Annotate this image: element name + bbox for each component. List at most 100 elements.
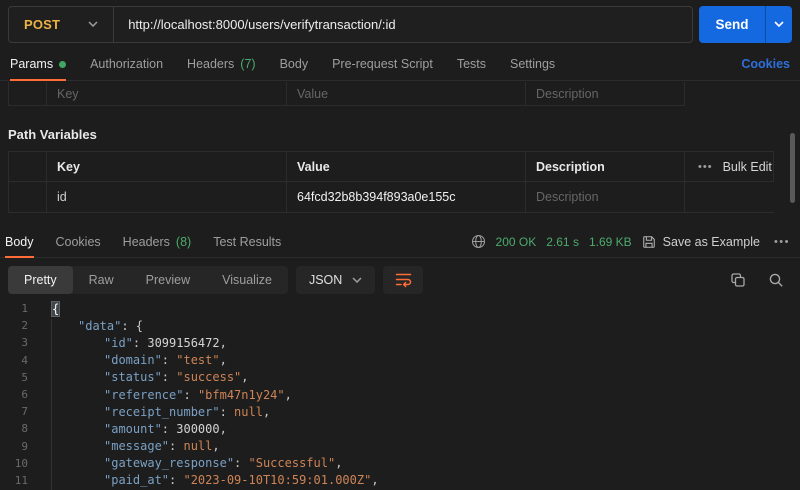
view-visualize[interactable]: Visualize (206, 266, 288, 294)
indent-guide (51, 319, 52, 490)
response-toolbar: Pretty Raw Preview Visualize JSON (0, 259, 800, 300)
tab-authorization[interactable]: Authorization (90, 48, 163, 80)
tab-label: Cookies (56, 235, 101, 249)
line-number: 4 (0, 354, 28, 367)
line-number: 3 (0, 336, 28, 349)
code-line: 7"receipt_number": null, (0, 403, 800, 420)
bulk-edit-button[interactable]: Bulk Edit (723, 160, 772, 174)
active-tab-underline (5, 256, 34, 258)
tab-label: Body (280, 57, 309, 71)
status-badge[interactable]: 200 OK (496, 235, 537, 249)
code-line-content: "domain": "test", (104, 353, 227, 367)
method-label: POST (24, 17, 60, 32)
code-line-content: "message": null, (104, 439, 220, 453)
response-body-viewer[interactable]: 1 {2"data": { 3 "id": 3099156472, 4 "domain":… (0, 300, 800, 490)
path-variables-title: Path Variables (8, 127, 97, 142)
code-line-content: "status": "success", (104, 370, 249, 384)
response-view-switcher: Pretty Raw Preview Visualize (8, 266, 288, 294)
send-label[interactable]: Send (699, 6, 765, 43)
request-url-bar: POST http://localhost:8000/users/verifyt… (0, 0, 800, 48)
toolbar-right-actions (730, 272, 792, 288)
code-line-content: "gateway_response": "Successful", (104, 456, 342, 470)
tab-settings[interactable]: Settings (510, 48, 555, 80)
header-checkbox-cell[interactable] (9, 152, 47, 181)
tab-label: Test Results (213, 235, 281, 249)
param-description-input[interactable]: Description (526, 82, 685, 105)
tab-label: Headers (123, 235, 170, 249)
code-line: 11"paid_at": "2023-09-10T10:59:01.000Z", (0, 472, 800, 489)
view-raw[interactable]: Raw (73, 266, 130, 294)
tab-label: Settings (510, 57, 555, 71)
query-params-row: Key Value Description (8, 82, 685, 106)
code-line: 9 "message": null, (0, 438, 800, 455)
path-variables-table: Key Value Description ••• Bulk Edit id 6… (8, 151, 774, 213)
code-line: 3 "id": 3099156472, (0, 334, 800, 351)
line-number: 2 (0, 319, 28, 332)
tab-params[interactable]: Params (10, 48, 66, 80)
tab-pre-request-script[interactable]: Pre-request Script (332, 48, 433, 80)
code-line: 5 "status": "success", (0, 369, 800, 386)
line-number: 1 (0, 302, 28, 315)
variable-key-input[interactable]: id (47, 182, 287, 212)
row-checkbox-cell[interactable] (9, 82, 47, 105)
response-tab-test-results[interactable]: Test Results (213, 226, 281, 257)
save-as-example-label: Save as Example (663, 235, 760, 249)
send-button[interactable]: Send (699, 6, 792, 43)
wrap-lines-button[interactable] (383, 266, 423, 294)
chevron-down-icon (774, 21, 784, 27)
copy-icon[interactable] (730, 272, 746, 288)
code-line: 2"data": { (0, 317, 800, 334)
url-container: POST http://localhost:8000/users/verifyt… (8, 6, 693, 43)
column-header-value: Value (287, 152, 526, 181)
search-icon[interactable] (768, 272, 784, 288)
response-tab-headers[interactable]: Headers (8) (123, 226, 192, 257)
param-value-input[interactable]: Value (287, 82, 526, 105)
chevron-down-icon (88, 21, 98, 27)
line-number: 5 (0, 371, 28, 384)
method-selector[interactable]: POST (9, 7, 113, 42)
save-as-example-button[interactable]: Save as Example (642, 235, 760, 249)
vertical-scrollbar[interactable] (790, 133, 795, 203)
code-lines: 1 {2"data": { 3 "id": 3099156472, 4 "domain":… (0, 300, 800, 489)
send-options-button[interactable] (766, 6, 792, 43)
line-number: 6 (0, 388, 28, 401)
request-tabs: Params Authorization Headers (7) Body Pr… (0, 48, 800, 81)
variable-value-input[interactable]: 64fcd32b8b394f893a0e155c (287, 182, 526, 212)
cookies-link[interactable]: Cookies (741, 57, 790, 71)
response-tabs-bar: Body Cookies Headers (8) Test Results 20… (0, 226, 800, 258)
chevron-down-icon (352, 277, 362, 283)
code-line: 6 "reference": "bfm47n1y24", (0, 386, 800, 403)
more-options-icon[interactable]: ••• (770, 236, 790, 248)
code-line-content: "reference": "bfm47n1y24", (104, 388, 292, 402)
response-meta: 200 OK 2.61 s 1.69 KB Save as Example ••… (471, 234, 790, 249)
tab-headers[interactable]: Headers (7) (187, 48, 256, 80)
path-variable-row: id 64fcd32b8b394f893a0e155c Description (8, 182, 774, 213)
response-tab-cookies[interactable]: Cookies (56, 226, 101, 257)
line-number: 9 (0, 440, 28, 453)
text-wrap-icon (395, 272, 412, 288)
view-pretty[interactable]: Pretty (8, 266, 73, 294)
row-checkbox-cell[interactable] (9, 182, 47, 212)
response-time[interactable]: 2.61 s (546, 235, 579, 249)
tab-label: Authorization (90, 57, 163, 71)
param-key-input[interactable]: Key (47, 82, 287, 105)
table-actions-cell: ••• Bulk Edit (685, 152, 774, 181)
line-number: 8 (0, 422, 28, 435)
code-line-content: "receipt_number": null, (104, 405, 270, 419)
response-tab-body[interactable]: Body (5, 226, 34, 257)
code-line-content: "id": 3099156472, (104, 336, 227, 350)
code-line-content: { (52, 302, 59, 316)
url-input[interactable]: http://localhost:8000/users/verifytransa… (114, 17, 692, 32)
tab-body[interactable]: Body (280, 48, 309, 80)
code-line-content: "paid_at": "2023-09-10T10:59:01.000Z", (104, 473, 379, 487)
tab-label: Tests (457, 57, 486, 71)
code-line: 4 "domain": "test", (0, 352, 800, 369)
response-size[interactable]: 1.69 KB (589, 235, 632, 249)
format-dropdown[interactable]: JSON (296, 266, 375, 294)
path-variables-header-row: Key Value Description ••• Bulk Edit (8, 151, 774, 182)
view-preview[interactable]: Preview (130, 266, 206, 294)
tab-tests[interactable]: Tests (457, 48, 486, 80)
more-options-icon[interactable]: ••• (698, 161, 713, 173)
variable-description-input[interactable]: Description (526, 182, 685, 212)
response-headers-count-badge: (8) (176, 235, 191, 249)
